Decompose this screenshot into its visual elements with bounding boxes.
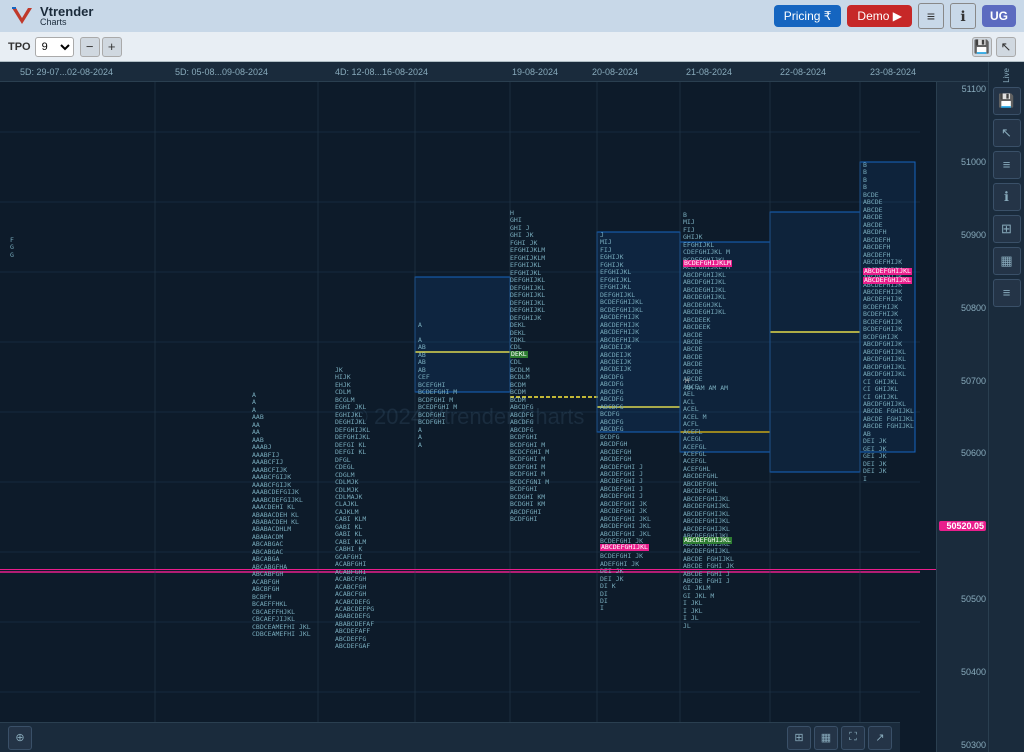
date-label-7: 23-08-2024 <box>870 67 916 77</box>
profile-col-5: H GHI GHI J GHI JK FGHI JK EFGHIJKLM EFG… <box>510 210 549 524</box>
profile-col-8: B B B B BCDE ABCDE ABCDE ABCDE ABCDE ABC… <box>863 162 914 483</box>
price-50700: 50700 <box>939 376 986 386</box>
price-50900: 50900 <box>939 230 986 240</box>
grid-button[interactable]: ⊞ <box>787 726 811 750</box>
chart-container[interactable]: 5D: 29-07...02-08-2024 5D: 05-08...09-08… <box>0 62 988 752</box>
profile-col-3: JK HIJK EHJK CDLM BCGLM EGHI JKL EGHIJKL… <box>335 367 374 651</box>
price-current: 50520.05 <box>939 521 986 531</box>
sidebar-rows-button[interactable]: ≡ <box>993 279 1021 307</box>
date-label-3: 19-08-2024 <box>512 67 558 77</box>
profile-col-2: A A A AAB AA AA AAB AAABJ AAABFIJ AAABCF… <box>252 392 311 638</box>
bottom-left-buttons: ⊕ <box>8 726 32 750</box>
sidebar-cursor-button[interactable]: ↖ <box>993 119 1021 147</box>
tpo-label: TPO <box>8 41 31 53</box>
profile-col-1: F G G <box>10 237 14 259</box>
tpo-select[interactable]: 9 5 13 <box>35 37 74 57</box>
sidebar-save-button[interactable]: 💾 <box>993 87 1021 115</box>
price-51000: 51000 <box>939 157 986 167</box>
logo-text: Vtrender Charts <box>40 5 93 27</box>
sidebar-menu-button[interactable]: ≡ <box>993 151 1021 179</box>
header-bar: Vtrender Charts Pricing ₹ Demo ▶ ≡ ℹ UG <box>0 0 1024 32</box>
date-label-6: 22-08-2024 <box>780 67 826 77</box>
chart-svg <box>0 82 936 752</box>
date-label-4: 20-08-2024 <box>592 67 638 77</box>
profile-col-6: J MIJ FIJ EGHIJK FGHIJK EFGHIJKL EFGHIJK… <box>600 232 651 613</box>
bottom-toolbar: ⊕ ⊞ ▦ ⛶ ↗ <box>0 722 900 752</box>
logo-area: Vtrender Charts <box>8 2 93 30</box>
info-icon-button[interactable]: ℹ <box>950 3 976 29</box>
price-50800: 50800 <box>939 303 986 313</box>
toolbar: TPO 9 5 13 − + 💾 ↖ <box>0 32 1024 62</box>
ug-button[interactable]: UG <box>982 5 1016 27</box>
date-label-5: 21-08-2024 <box>686 67 732 77</box>
date-label-2: 4D: 12-08...16-08-2024 <box>335 67 428 77</box>
live-label: Live <box>1002 68 1011 83</box>
poc-green-22: ABCDEFGHIJKL <box>683 537 732 544</box>
sidebar-layout2-button[interactable]: ▦ <box>993 247 1021 275</box>
current-price-line <box>0 569 936 570</box>
expand-button[interactable]: ↗ <box>868 726 892 750</box>
poc-pink-23: ABCDEFGHIJKL <box>863 268 912 275</box>
price-axis: 51100 51000 50900 50800 50700 50600 5052… <box>936 82 988 752</box>
layout-button[interactable]: ▦ <box>814 726 838 750</box>
logo-charts: Charts <box>40 18 93 27</box>
profile-col-7: B MIJ FIJ GHIJK EFGHIJKL CDEFGHIJKL M BC… <box>683 212 734 630</box>
sidebar-grid-button[interactable]: ⊞ <box>993 215 1021 243</box>
price-50600: 50600 <box>939 448 986 458</box>
cursor-toolbar-button[interactable]: ↖ <box>996 37 1016 57</box>
price-50400: 50400 <box>939 667 986 677</box>
profile-col-4: A A AB AB AB AB CEF BCEFGHI BCDEFGHI M B… <box>418 322 457 449</box>
poc-highlight-pink-21: ABCDEFGHIJKL <box>600 544 649 551</box>
poc-highlight-green-20: DEKL <box>510 351 528 358</box>
save-toolbar-button[interactable]: 💾 <box>972 37 992 57</box>
logo-icon <box>8 2 36 30</box>
right-sidebar: Live 💾 ↖ ≡ ℹ ⊞ ▦ ≡ <box>988 62 1024 752</box>
poc-pink-22: BCDEFGHIJKLM <box>683 260 732 267</box>
bottom-right-buttons: ⊞ ▦ ⛶ ↗ <box>787 726 892 750</box>
price-50500: 50500 <box>939 594 986 604</box>
fullscreen-button[interactable]: ⛶ <box>841 726 865 750</box>
crosshair-button[interactable]: ⊕ <box>8 726 32 750</box>
main-area: 5D: 29-07...02-08-2024 5D: 05-08...09-08… <box>0 62 1024 752</box>
price-51100: 51100 <box>939 84 986 94</box>
menu-icon-button[interactable]: ≡ <box>918 3 944 29</box>
tpo-decrease-button[interactable]: − <box>80 37 100 57</box>
pricing-button[interactable]: Pricing ₹ <box>774 5 842 27</box>
price-50300: 50300 <box>939 740 986 750</box>
date-bar: 5D: 29-07...02-08-2024 5D: 05-08...09-08… <box>0 62 988 82</box>
chart-canvas: © 2024 Vtrender Charts <box>0 82 936 752</box>
tpo-increase-button[interactable]: + <box>102 37 122 57</box>
header-right: Pricing ₹ Demo ▶ ≡ ℹ UG <box>774 3 1016 29</box>
am-label: AM AM AM AM <box>685 384 728 392</box>
demo-button[interactable]: Demo ▶ <box>847 5 912 27</box>
sidebar-info-button[interactable]: ℹ <box>993 183 1021 211</box>
date-label-1: 5D: 05-08...09-08-2024 <box>175 67 268 77</box>
poc-pink-23b: ABCDEFGHIJKL <box>863 277 912 284</box>
date-label-0: 5D: 29-07...02-08-2024 <box>20 67 113 77</box>
